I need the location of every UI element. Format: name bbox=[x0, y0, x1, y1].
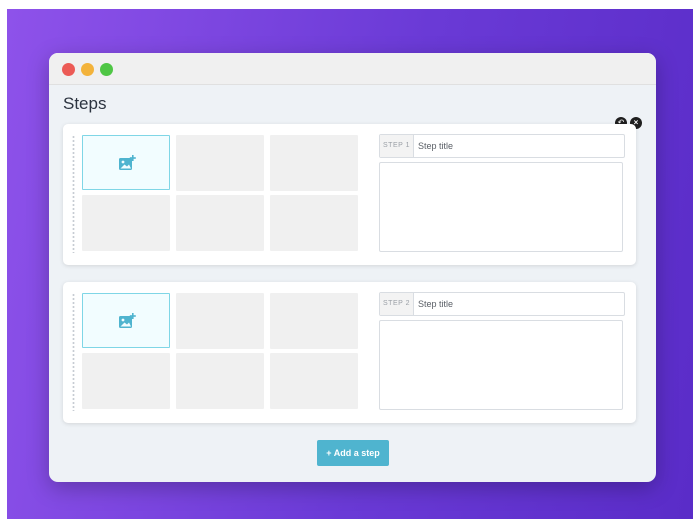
step-badge: STEP 1 bbox=[380, 135, 414, 157]
image-slot[interactable] bbox=[176, 293, 264, 349]
step-card-2: STEP 2 bbox=[63, 282, 636, 423]
step-title-row: STEP 1 bbox=[379, 134, 625, 158]
page-title: Steps bbox=[63, 94, 107, 113]
drag-handle[interactable] bbox=[72, 135, 75, 253]
step-description-input[interactable] bbox=[379, 162, 623, 252]
add-image-tile[interactable] bbox=[82, 293, 170, 348]
window-titlebar bbox=[49, 53, 656, 85]
image-slot[interactable] bbox=[270, 135, 358, 191]
image-slot[interactable] bbox=[82, 353, 170, 409]
add-image-tile[interactable] bbox=[82, 135, 170, 190]
image-slot[interactable] bbox=[176, 135, 264, 191]
window-maximize-dot[interactable] bbox=[100, 63, 113, 76]
step-title-input[interactable] bbox=[418, 135, 618, 157]
add-image-icon bbox=[119, 313, 136, 328]
drag-handle[interactable] bbox=[72, 293, 75, 411]
step-description-input[interactable] bbox=[379, 320, 623, 410]
step-card-1: STEP 1 bbox=[63, 124, 636, 265]
step-badge: STEP 2 bbox=[380, 293, 414, 315]
image-slot[interactable] bbox=[270, 195, 358, 251]
add-step-button[interactable]: + Add a step bbox=[317, 440, 389, 466]
step-title-row: STEP 2 bbox=[379, 292, 625, 316]
image-slot[interactable] bbox=[270, 353, 358, 409]
step-title-input[interactable] bbox=[418, 293, 618, 315]
image-slot[interactable] bbox=[176, 353, 264, 409]
window-minimize-dot[interactable] bbox=[81, 63, 94, 76]
image-slot[interactable] bbox=[176, 195, 264, 251]
window-close-dot[interactable] bbox=[62, 63, 75, 76]
image-slot[interactable] bbox=[82, 195, 170, 251]
app-window: Steps ↶ × STEP 1 Step title STEP 2 Step … bbox=[49, 53, 656, 482]
image-slot[interactable] bbox=[270, 293, 358, 349]
add-image-icon bbox=[119, 155, 136, 170]
